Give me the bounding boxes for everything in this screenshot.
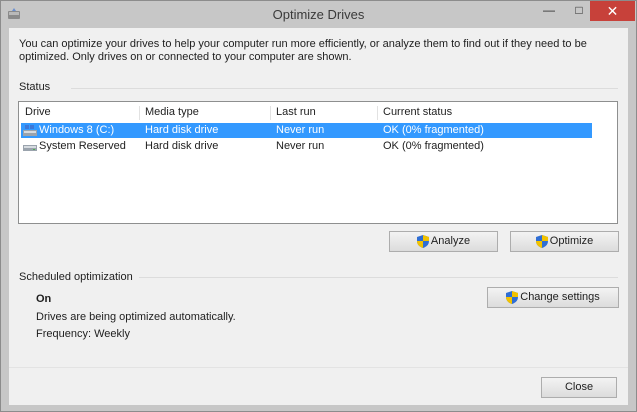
- uac-shield-icon: [416, 234, 429, 248]
- column-separator[interactable]: [139, 106, 140, 120]
- schedule-info: Drives are being optimized automatically…: [36, 311, 236, 323]
- drive-last-run: Never run: [276, 140, 325, 152]
- column-header-last-run[interactable]: Last run: [276, 106, 316, 118]
- drive-current-status: OK (0% fragmented): [383, 124, 484, 136]
- optimize-button-label: Optimize: [549, 235, 594, 247]
- close-button[interactable]: Close: [541, 377, 617, 398]
- drive-row-system-reserved[interactable]: System Reserved Hard disk drive Never ru…: [21, 139, 592, 154]
- drive-list-header: Drive Media type Last run Current status: [19, 106, 617, 120]
- drive-last-run: Never run: [276, 124, 325, 136]
- drive-current-status: OK (0% fragmented): [383, 140, 484, 152]
- minimize-button[interactable]: —: [535, 1, 563, 21]
- column-header-current-status[interactable]: Current status: [383, 106, 452, 118]
- optimize-button[interactable]: Optimize: [510, 231, 619, 252]
- uac-shield-icon: [535, 234, 548, 248]
- windows-drive-icon: [23, 125, 37, 136]
- column-separator[interactable]: [377, 106, 378, 120]
- title-bar[interactable]: Optimize Drives — □ ✕: [1, 1, 636, 28]
- drive-name: Windows 8 (C:): [39, 124, 115, 136]
- column-separator[interactable]: [270, 106, 271, 120]
- schedule-frequency: Frequency: Weekly: [36, 328, 130, 340]
- status-section-label: Status: [19, 81, 51, 93]
- drive-icon: [23, 145, 37, 151]
- drive-media-type: Hard disk drive: [145, 140, 219, 152]
- drive-list[interactable]: Drive Media type Last run Current status…: [18, 101, 618, 224]
- drive-media-type: Hard disk drive: [145, 124, 219, 136]
- drive-row-windows-8[interactable]: Windows 8 (C:) Hard disk drive Never run…: [21, 123, 592, 138]
- optimize-drives-window: Optimize Drives — □ ✕ You can optimize y…: [0, 0, 637, 412]
- close-window-button[interactable]: ✕: [590, 1, 635, 21]
- analyze-button[interactable]: Analyze: [389, 231, 498, 252]
- dialog-footer: [9, 367, 628, 405]
- change-settings-label: Change settings: [520, 291, 600, 303]
- schedule-state: On: [36, 293, 52, 305]
- description-text: You can optimize your drives to help you…: [19, 38, 587, 63]
- column-header-media-type[interactable]: Media type: [145, 106, 199, 118]
- column-header-drive[interactable]: Drive: [25, 106, 51, 118]
- change-settings-button[interactable]: Change settings: [487, 287, 619, 308]
- status-divider: [71, 88, 618, 89]
- scheduled-optimization-label: Scheduled optimization: [19, 271, 133, 283]
- maximize-button[interactable]: □: [565, 1, 593, 21]
- scheduled-divider: [139, 277, 618, 278]
- dialog-body: You can optimize your drives to help you…: [9, 28, 628, 405]
- analyze-button-label: Analyze: [430, 235, 471, 247]
- drive-name: System Reserved: [39, 140, 126, 152]
- uac-shield-icon: [506, 290, 519, 304]
